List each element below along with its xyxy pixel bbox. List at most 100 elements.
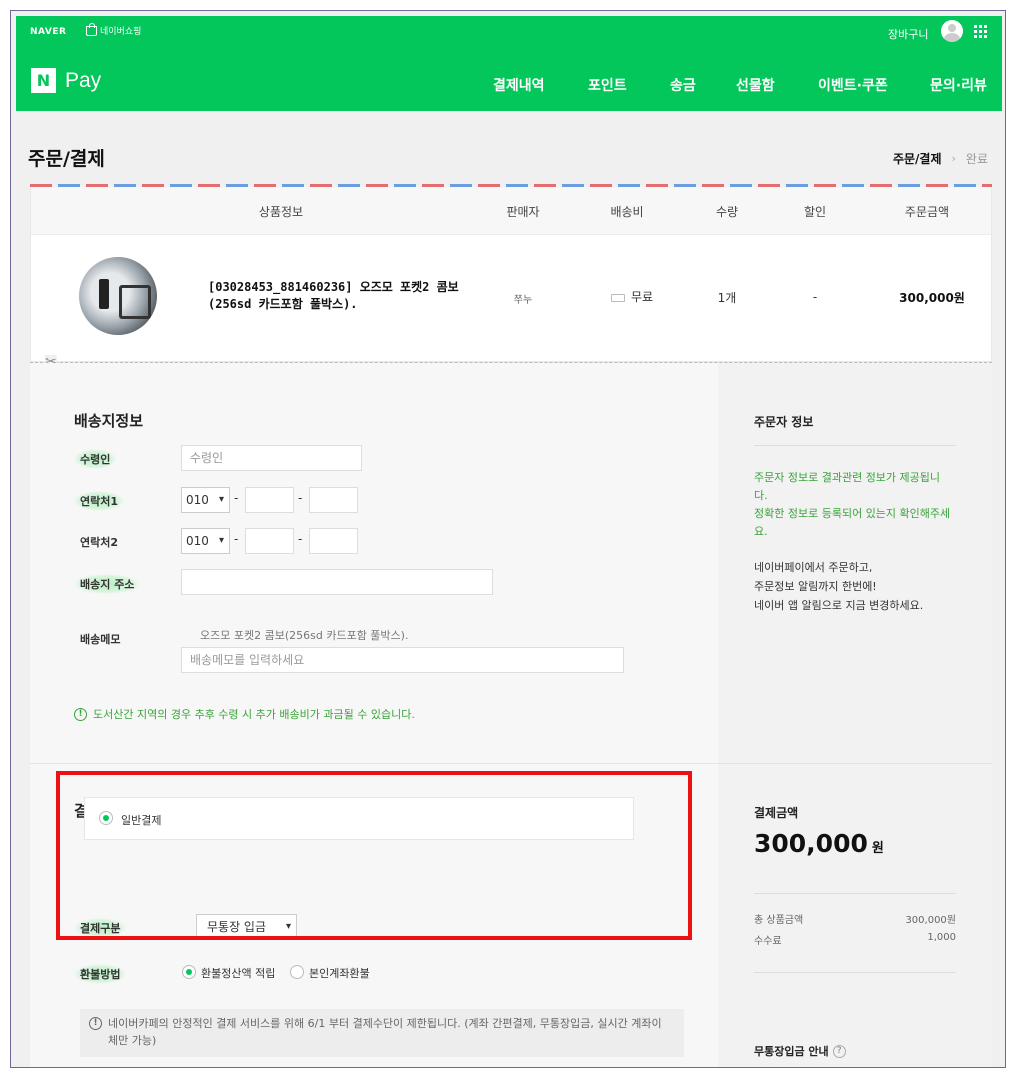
shipping-fee-value: 무료 <box>630 290 654 304</box>
column-seller: 판매자 <box>506 205 540 219</box>
summary-fee-label: 수수료 <box>754 936 782 947</box>
side-panel: 주문자 정보 주문자 정보로 결과관련 정보가 제공됩니 다. 정확한 정보로 … <box>718 363 992 1067</box>
payment-restriction-line1: 네이버카페의 안정적인 결제 서비스를 위해 6/1 부터 결제수단이 제한됩니… <box>108 1017 662 1030</box>
order-amount-value: 300,000원 <box>899 291 965 305</box>
payment-restriction-notice: ! 네이버카페의 안정적인 결제 서비스를 위해 6/1 부터 결제수단이 제한… <box>80 1009 684 1057</box>
refund-method-label: 환불방법 <box>74 964 127 984</box>
payment-total: 300,000 원 <box>754 829 884 858</box>
divider <box>754 893 956 894</box>
discount-value: - <box>812 290 818 304</box>
top-bar: NAVER 네이버쇼핑 장바구니 <box>16 16 1002 50</box>
phone1-last-input[interactable] <box>309 487 358 513</box>
step-current: 주문/결제 <box>892 152 942 166</box>
shopping-bag-icon <box>86 22 97 36</box>
dash: - <box>298 532 303 546</box>
apps-grid-icon[interactable] <box>974 25 987 38</box>
phone2-middle-input[interactable] <box>245 528 294 554</box>
menu-points[interactable]: 포인트 <box>588 75 627 95</box>
recipient-label: 수령인 <box>74 449 117 469</box>
cart-link[interactable]: 장바구니 <box>888 26 928 42</box>
payment-total-value: 300,000 <box>754 829 868 858</box>
phone1-label: 연락처1 <box>74 491 125 511</box>
column-product-info: 상품정보 <box>258 205 304 219</box>
remote-area-notice-text: 도서산간 지역의 경우 추후 수령 시 추가 배송비가 과금될 수 있습니다. <box>93 708 415 721</box>
npay-logo[interactable]: N Pay <box>31 68 101 93</box>
summary-fee-value: 1,000 <box>927 932 956 943</box>
step-indicator: 주문/결제 › 완료 <box>893 150 988 167</box>
refund-account-radio[interactable] <box>290 965 304 979</box>
order-table-header: 상품정보 판매자 배송비 수량 할인 주문금액 <box>31 187 991 235</box>
chevron-down-icon: ▾ <box>218 494 224 505</box>
app-alert-promo-line3: 네이버 앱 알림으로 지금 변경하세요. <box>754 599 924 612</box>
info-icon: ! <box>89 1017 102 1030</box>
phone2-prefix-value: 010 <box>186 534 209 548</box>
summary-item-amount-value: 300,000원 <box>905 915 956 926</box>
orderer-notice-line3: 정확한 정보로 등록되어 있는지 확인해주세 <box>754 507 951 520</box>
orderer-notice-line2: 다. <box>754 489 768 502</box>
recipient-input[interactable]: 수령인 <box>181 445 362 471</box>
step-next: 완료 <box>965 152 988 166</box>
column-quantity: 수량 <box>715 205 739 219</box>
global-header: NAVER 네이버쇼핑 장바구니 N Pay 결제내역 포인트 송금 선물함 이… <box>16 16 1002 111</box>
column-shipping-fee: 배송비 <box>610 205 644 219</box>
address-input[interactable] <box>181 569 493 595</box>
npay-n-mark: N <box>31 68 56 93</box>
shopping-link-label: 네이버쇼핑 <box>100 27 142 37</box>
phone2-prefix-select[interactable]: 010 ▾ <box>181 528 230 554</box>
phone1-prefix-select[interactable]: 010 ▾ <box>181 487 230 513</box>
orderer-notice-line1: 주문자 정보로 결과관련 정보가 제공됩니 <box>754 471 941 484</box>
menu-inquiry-review[interactable]: 문의·리뷰 <box>930 75 987 95</box>
dash: - <box>234 532 239 546</box>
avatar[interactable] <box>941 20 963 42</box>
column-discount: 할인 <box>803 205 827 219</box>
refund-credit-label: 환불정산액 적립 <box>201 967 276 980</box>
bank-transfer-guide[interactable]: 무통장입금 안내 ? <box>754 1043 846 1059</box>
app-alert-promo-line2: 주문정보 알림까지 한번에! <box>754 580 877 593</box>
menu-events-coupons[interactable]: 이벤트·쿠폰 <box>818 75 888 95</box>
payment-restriction-line2: 체만 가능) <box>108 1034 157 1047</box>
address-label: 배송지 주소 <box>74 574 141 594</box>
naver-logo[interactable]: NAVER <box>30 27 66 37</box>
dash: - <box>298 491 303 505</box>
orderer-info-title: 주문자 정보 <box>754 415 814 429</box>
refund-credit-radio[interactable] <box>182 965 196 979</box>
phone2-last-input[interactable] <box>309 528 358 554</box>
product-thumbnail[interactable] <box>79 257 157 335</box>
seller-name: 쭈누 <box>513 295 533 306</box>
payment-total-unit: 원 <box>871 841 884 856</box>
quantity-value: 1개 <box>717 291 737 305</box>
delivery-section-title: 배송지정보 <box>74 412 144 430</box>
app-alert-promo-line1: 네이버페이에서 주문하고, <box>754 561 873 574</box>
order-row: [03028453_881460236] 오즈모 포켓2 콤보 (256sd 카… <box>31 235 991 362</box>
bank-transfer-guide-label: 무통장입금 안내 <box>754 1045 829 1058</box>
phone1-prefix-value: 010 <box>186 493 209 507</box>
orderer-notice: 주문자 정보로 결과관련 정보가 제공됩니 다. 정확한 정보로 등록되어 있는… <box>754 469 960 541</box>
dash: - <box>234 491 239 505</box>
order-table: 상품정보 판매자 배송비 수량 할인 주문금액 [03028453_881460… <box>30 187 992 362</box>
form-panel: 배송지정보 수령인 수령인 연락처1 010 ▾ - - 연락처2 010 ▾ - … <box>30 363 718 1067</box>
shopping-link[interactable]: 네이버쇼핑 <box>86 22 142 37</box>
shipping-fee: 무료 <box>597 288 667 305</box>
step-arrow-icon: › <box>951 152 956 165</box>
memo-input[interactable]: 배송메모를 입력하세요 <box>181 647 624 673</box>
menu-transfer[interactable]: 송금 <box>670 75 696 95</box>
refund-account-label: 본인계좌환불 <box>309 967 370 980</box>
truck-icon <box>610 293 625 302</box>
section-divider <box>30 763 992 764</box>
product-name-line2: (256sd 카드포함 풀박스). <box>208 297 358 311</box>
product-name[interactable]: [03028453_881460236] 오즈모 포켓2 콤보 (256sd 카… <box>208 279 459 313</box>
remote-area-notice: ! 도서산간 지역의 경우 추후 수령 시 추가 배송비가 과금될 수 있습니다… <box>74 706 415 722</box>
npay-pay-text: Pay <box>65 68 102 92</box>
phone1-middle-input[interactable] <box>245 487 294 513</box>
summary-item-amount: 총 상품금액 300,000원 <box>754 911 956 926</box>
orderer-notice-line4: 요. <box>754 525 768 538</box>
info-icon: ! <box>74 707 87 721</box>
help-icon[interactable]: ? <box>832 1044 846 1058</box>
divider <box>754 972 956 973</box>
product-name-line1: [03028453_881460236] 오즈모 포켓2 콤보 <box>208 280 459 294</box>
menu-payment-history[interactable]: 결제내역 <box>493 75 545 95</box>
phone2-label: 연락처2 <box>80 536 119 549</box>
app-alert-promo: 네이버페이에서 주문하고, 주문정보 알림까지 한번에! 네이버 앱 알림으로 … <box>754 558 960 615</box>
menu-gift-box[interactable]: 선물함 <box>736 75 775 95</box>
payment-amount-title: 결제금액 <box>754 806 799 820</box>
